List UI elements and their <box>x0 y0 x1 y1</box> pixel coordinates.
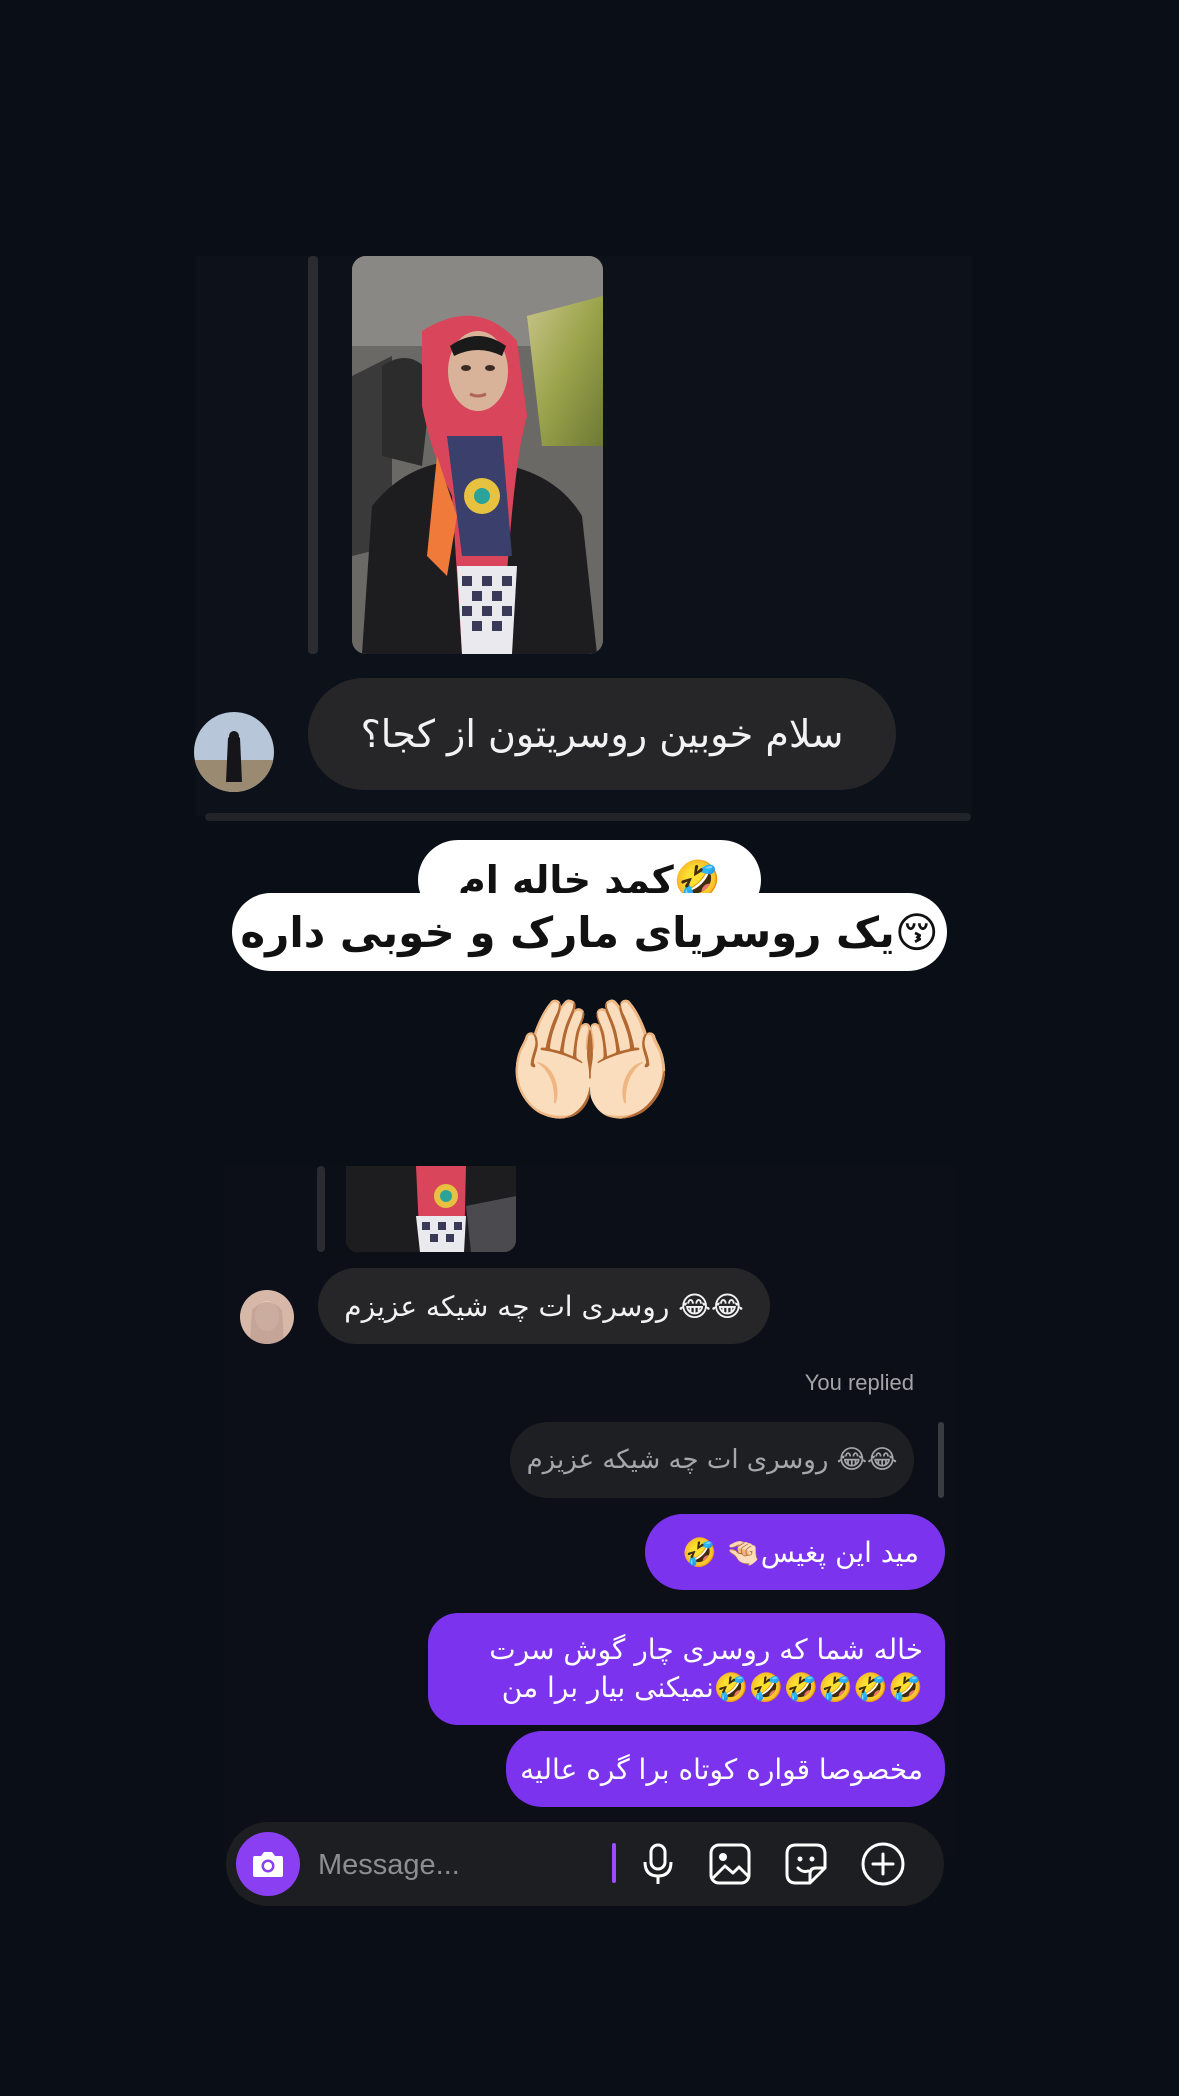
sticker-button[interactable] <box>778 1836 834 1892</box>
microphone-icon <box>643 1843 673 1884</box>
gallery-icon <box>709 1843 751 1885</box>
incoming-message[interactable]: روسری ات چه شیکه عزیزم 😂😂 <box>318 1268 770 1344</box>
outgoing-message-3[interactable]: مخصوصا قواره کوتاه برا گره عالیه <box>506 1731 945 1807</box>
reply-quote-bar <box>317 1166 325 1252</box>
quoted-message[interactable]: روسری ات چه شیکه عزیزم 😂😂 <box>510 1422 914 1498</box>
gallery-button[interactable] <box>702 1836 758 1892</box>
camera-button[interactable] <box>236 1832 300 1896</box>
story-quote-bar <box>308 256 318 654</box>
story-thumbnail[interactable] <box>352 256 603 654</box>
sender-avatar-2[interactable] <box>240 1290 294 1344</box>
you-replied-label: You replied <box>804 1370 914 1395</box>
caption-line-2: یک روسریای مارک و خوبی داره😚 <box>232 893 947 971</box>
quoted-bar <box>938 1422 944 1498</box>
microphone-button[interactable] <box>630 1836 686 1892</box>
message-input[interactable] <box>316 1834 600 1896</box>
sticker-icon <box>785 1843 827 1885</box>
story-thumbnail-small[interactable] <box>346 1166 516 1252</box>
plus-icon <box>861 1842 905 1886</box>
story-photo-small <box>346 1166 516 1252</box>
sender-avatar[interactable] <box>194 712 274 792</box>
story-photo <box>352 256 603 654</box>
hands-emoji: 🤲🏻 <box>502 980 678 1143</box>
avatar-photo <box>194 712 274 792</box>
avatar-photo-2 <box>240 1290 294 1344</box>
section-divider <box>205 813 971 821</box>
story-reply-message[interactable]: سلام خوبین روسریتون از کجا؟ <box>308 678 896 790</box>
outgoing-message-1[interactable]: 🤣 🤏🏻مید این پغیس <box>645 1514 945 1590</box>
text-caret <box>612 1843 616 1883</box>
outgoing-message-2[interactable]: خاله شما که روسری چار گوش سرت نمیکنی بیا… <box>428 1613 945 1725</box>
more-options-button[interactable] <box>855 1836 911 1892</box>
camera-icon <box>253 1852 283 1877</box>
